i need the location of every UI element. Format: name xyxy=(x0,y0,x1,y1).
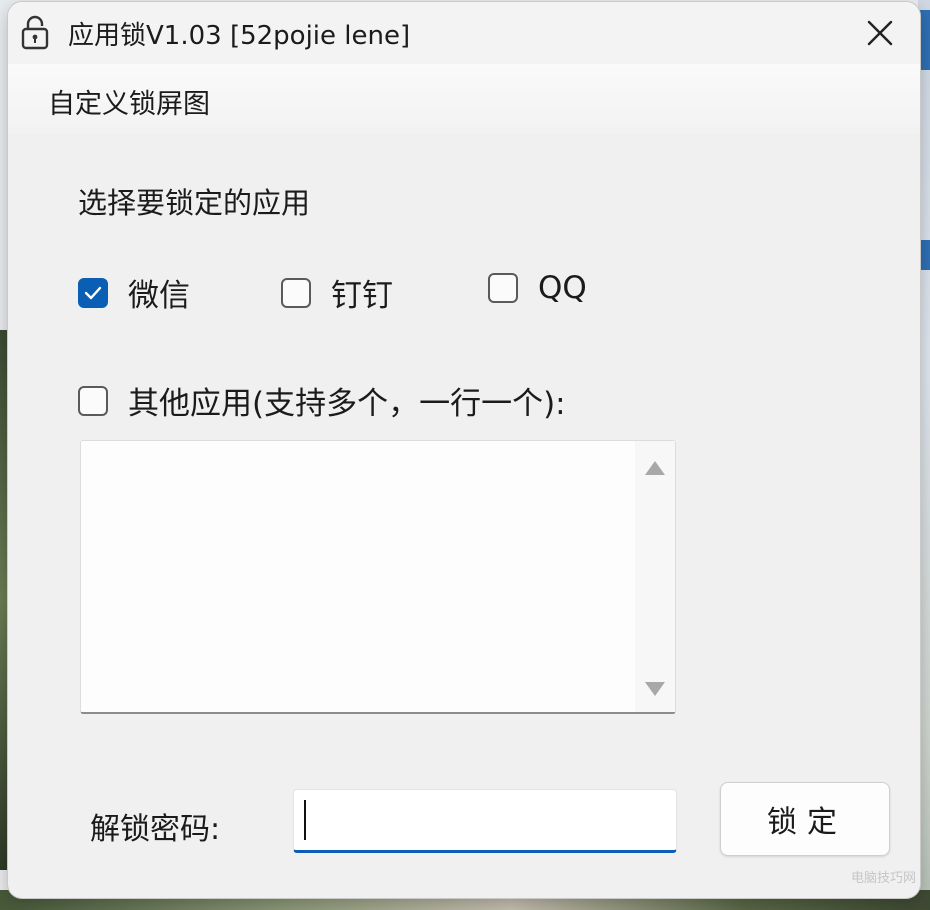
other-apps-textarea[interactable] xyxy=(80,440,676,714)
checkbox-other-apps[interactable]: 其他应用(支持多个，一行一个): xyxy=(78,378,566,423)
checkbox-label: 其他应用(支持多个，一行一个): xyxy=(128,386,566,422)
vertical-scrollbar[interactable] xyxy=(635,441,675,712)
close-icon xyxy=(867,20,893,46)
menu-bar: 自定义锁屏图 xyxy=(8,64,920,134)
scroll-up-arrow-icon[interactable] xyxy=(645,461,665,475)
app-lock-window: 应用锁V1.03 [52pojie lene] 自定义锁屏图 选择要锁定的应用 … xyxy=(8,2,920,898)
watermark: 电脑技巧网 xyxy=(850,871,916,886)
menu-item-custom-lock-screen[interactable]: 自定义锁屏图 xyxy=(48,82,210,121)
checkbox-box[interactable] xyxy=(78,385,108,416)
apps-section-label: 选择要锁定的应用 xyxy=(78,186,311,220)
password-input[interactable] xyxy=(293,789,677,853)
window-title: 应用锁V1.03 [52pojie lene] xyxy=(68,21,411,51)
checkbox-label: 钉钉 xyxy=(331,278,393,314)
checkbox-label: 微信 xyxy=(128,278,190,314)
close-button[interactable] xyxy=(840,2,920,64)
checkbox-label: QQ xyxy=(538,270,587,306)
checkbox-box[interactable] xyxy=(281,277,311,308)
checkbox-box-checked[interactable] xyxy=(78,277,108,308)
password-label: 解锁密码: xyxy=(90,812,221,847)
desktop-background-left xyxy=(0,330,8,870)
padlock-icon xyxy=(21,15,49,50)
checkbox-qq[interactable]: QQ xyxy=(488,270,587,306)
checkmark-icon xyxy=(84,286,102,299)
scroll-down-arrow-icon[interactable] xyxy=(645,682,665,696)
lock-button[interactable]: 锁定 xyxy=(720,782,890,856)
checkbox-box[interactable] xyxy=(488,273,518,303)
title-bar[interactable]: 应用锁V1.03 [52pojie lene] xyxy=(8,2,920,64)
checkbox-dingtalk[interactable]: 钉钉 xyxy=(281,270,393,315)
text-caret xyxy=(304,800,306,840)
checkbox-wechat[interactable]: 微信 xyxy=(78,270,190,315)
